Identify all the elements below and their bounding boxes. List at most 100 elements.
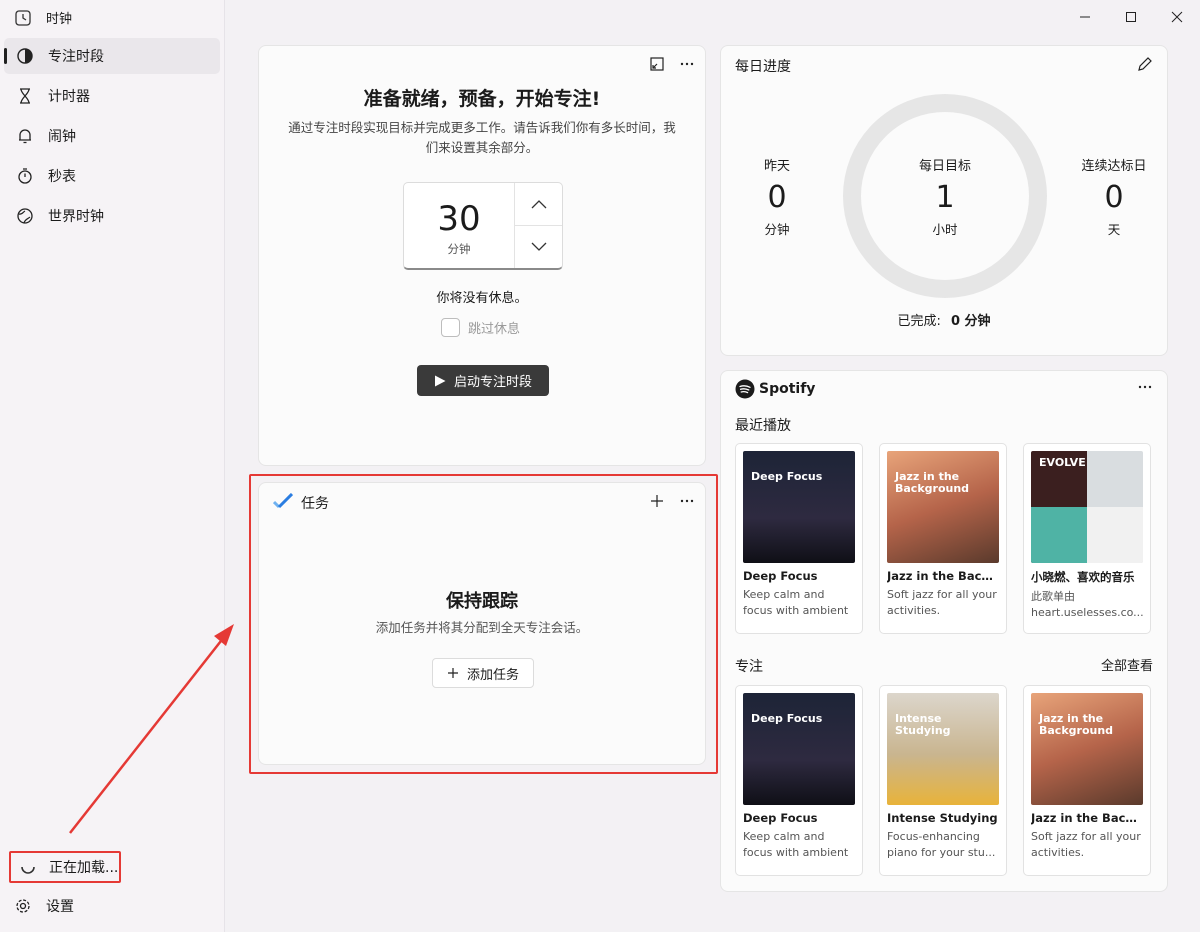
yesterday-stat: 昨天 0 分钟 <box>749 155 805 238</box>
sidebar-item-label: 世界时钟 <box>48 209 104 225</box>
playlist-cover: Deep Focus <box>743 693 855 805</box>
playlist-title: 小晓燃、喜欢的音乐 <box>1031 570 1135 584</box>
recent-playlists: Deep Focus Deep Focus Keep calm and focu… <box>735 443 1151 634</box>
settings-button[interactable]: 设置 <box>14 896 74 916</box>
sidebar-item-label: 秒表 <box>48 169 76 185</box>
decrease-button[interactable] <box>515 226 562 268</box>
playlist-description: Keep calm and focus with ambient and... <box>743 830 849 859</box>
duration-stepper <box>515 183 562 268</box>
more-icon[interactable] <box>1137 379 1153 399</box>
playlist-tile[interactable]: Jazz in the Background Jazz in the Backg… <box>1023 685 1151 876</box>
start-focus-label: 启动专注时段 <box>453 375 532 390</box>
cover-text: Deep Focus <box>751 470 823 483</box>
start-focus-button[interactable]: 启动专注时段 <box>417 365 549 396</box>
playlist-description: Keep calm and focus with ambient and... <box>743 588 849 617</box>
sidebar-item-world-clock[interactable]: 世界时钟 <box>4 198 220 234</box>
playlist-tile[interactable]: EVOLVE 小晓燃、喜欢的音乐 此歌单由 heart.uselesses.co… <box>1023 443 1151 634</box>
playlist-tile[interactable]: Jazz in the Background Jazz in the Backg… <box>879 443 1007 634</box>
more-icon[interactable] <box>679 56 695 76</box>
playlist-description: 此歌单由 heart.uselesses.co... <box>1031 590 1143 619</box>
stopwatch-icon <box>16 167 34 185</box>
daily-progress-title: 每日进度 <box>735 59 791 75</box>
daily-progress-card: 每日进度 昨天 0 分钟 每日目标 1 小时 连续达标日 0 天 已完成: 0 … <box>720 45 1168 356</box>
add-task-label: 添加任务 <box>466 667 519 683</box>
playlist-cover: Jazz in the Background <box>887 451 999 563</box>
playlist-title: Deep Focus <box>743 811 818 825</box>
spotify-brand: Spotify <box>759 381 816 397</box>
streak-stat: 连续达标日 0 天 <box>1071 155 1157 238</box>
daily-goal-stat[interactable]: 每日目标 1 小时 <box>895 155 995 238</box>
chevron-up-icon <box>531 200 546 209</box>
playlist-tile[interactable]: Intense Studying Intense Studying Focus-… <box>879 685 1007 876</box>
break-info: 你将没有休息。 <box>436 291 528 306</box>
goal-value: 1 <box>935 180 955 215</box>
spinner-icon <box>19 858 37 876</box>
cover-quadrant <box>1087 507 1143 563</box>
streak-label: 连续达标日 <box>1081 159 1147 174</box>
streak-value: 0 <box>1104 180 1124 215</box>
add-icon[interactable] <box>649 493 665 513</box>
focus-title: 准备就绪，预备，开始专注! <box>363 88 601 110</box>
duration-picker[interactable]: 30 分钟 <box>403 182 563 270</box>
cover-text: EVOLVE <box>1039 456 1086 469</box>
sidebar-item-timer[interactable]: 计时器 <box>4 78 220 114</box>
loading-label: 正在加载... <box>49 860 119 876</box>
clock-app-icon <box>14 9 32 27</box>
sidebar-item-focus[interactable]: 专注时段 <box>4 38 220 74</box>
yesterday-unit: 分钟 <box>764 222 790 237</box>
hourglass-icon <box>16 87 34 105</box>
focus-session-card: 准备就绪，预备，开始专注! 通过专注时段实现目标并完成更多工作。请告诉我们你有多… <box>258 45 706 466</box>
playlist-tile[interactable]: Deep Focus Deep Focus Keep calm and focu… <box>735 685 863 876</box>
tasks-header: 任务 <box>272 492 329 513</box>
close-button[interactable] <box>1154 4 1200 30</box>
settings-label: 设置 <box>46 899 74 915</box>
app-title-row: 时钟 <box>14 8 72 27</box>
yesterday-value: 0 <box>767 180 787 215</box>
spotify-card: Spotify 最近播放 Deep Focus Deep Focus Keep … <box>720 370 1168 892</box>
tasks-card: 任务 保持跟踪 添加任务并将其分配到全天专注会话。 添加任务 <box>258 482 706 765</box>
playlist-description: Focus-enhancing piano for your stu... <box>887 830 996 859</box>
playlist-description: Soft jazz for all your activities. <box>887 588 997 617</box>
chevron-down-icon <box>531 242 546 251</box>
goal-label: 每日目标 <box>918 159 971 174</box>
sidebar-item-stopwatch[interactable]: 秒表 <box>4 158 220 194</box>
sidebar-item-label: 闹钟 <box>48 129 76 145</box>
plus-icon <box>447 668 458 678</box>
playlist-cover: Deep Focus <box>743 451 855 563</box>
duration-minutes: 30 <box>437 199 481 239</box>
edit-icon[interactable] <box>1137 56 1153 76</box>
focus-card-actions <box>649 56 695 76</box>
focus-icon <box>16 47 34 65</box>
sidebar-item-alarm[interactable]: 闹钟 <box>4 118 220 154</box>
tasks-empty-title: 保持跟踪 <box>446 591 518 612</box>
playlist-title: Intense Studying <box>887 811 998 825</box>
streak-unit: 天 <box>1107 222 1121 237</box>
playlist-title: Jazz in the Backg... <box>1031 811 1143 825</box>
sidebar-item-label: 计时器 <box>48 89 90 105</box>
playlist-cover: Intense Studying <box>887 693 999 805</box>
sidebar: 时钟 专注时段 计时器 闹钟 秒表 世界时钟 正在加载... 设置 <box>0 0 225 932</box>
gear-icon <box>14 897 32 915</box>
completed-value: 0 分钟 <box>950 314 991 329</box>
focus-playlists: Deep Focus Deep Focus Keep calm and focu… <box>735 685 1151 876</box>
maximize-button[interactable] <box>1108 4 1154 30</box>
window-controls <box>1062 4 1200 30</box>
spotify-logo: Spotify <box>735 379 815 399</box>
yesterday-label: 昨天 <box>763 159 790 174</box>
playlist-title: Jazz in the Backg... <box>887 569 999 583</box>
compact-overlay-icon[interactable] <box>649 56 665 76</box>
recent-section-title: 最近播放 <box>735 418 791 434</box>
playlist-tile[interactable]: Deep Focus Deep Focus Keep calm and focu… <box>735 443 863 634</box>
nav-list: 专注时段 计时器 闹钟 秒表 世界时钟 <box>4 38 220 238</box>
increase-button[interactable] <box>515 183 562 226</box>
more-icon[interactable] <box>679 493 695 513</box>
minimize-button[interactable] <box>1062 4 1108 30</box>
goal-unit: 小时 <box>932 222 958 237</box>
cover-text: Jazz in the Background <box>1039 712 1114 737</box>
view-all-link[interactable]: 全部查看 <box>1101 655 1153 674</box>
skip-break-checkbox[interactable] <box>441 318 460 337</box>
spotify-icon <box>735 379 755 399</box>
add-task-button[interactable]: 添加任务 <box>432 658 534 688</box>
bell-icon <box>16 127 34 145</box>
cover-quadrant <box>1031 507 1087 563</box>
